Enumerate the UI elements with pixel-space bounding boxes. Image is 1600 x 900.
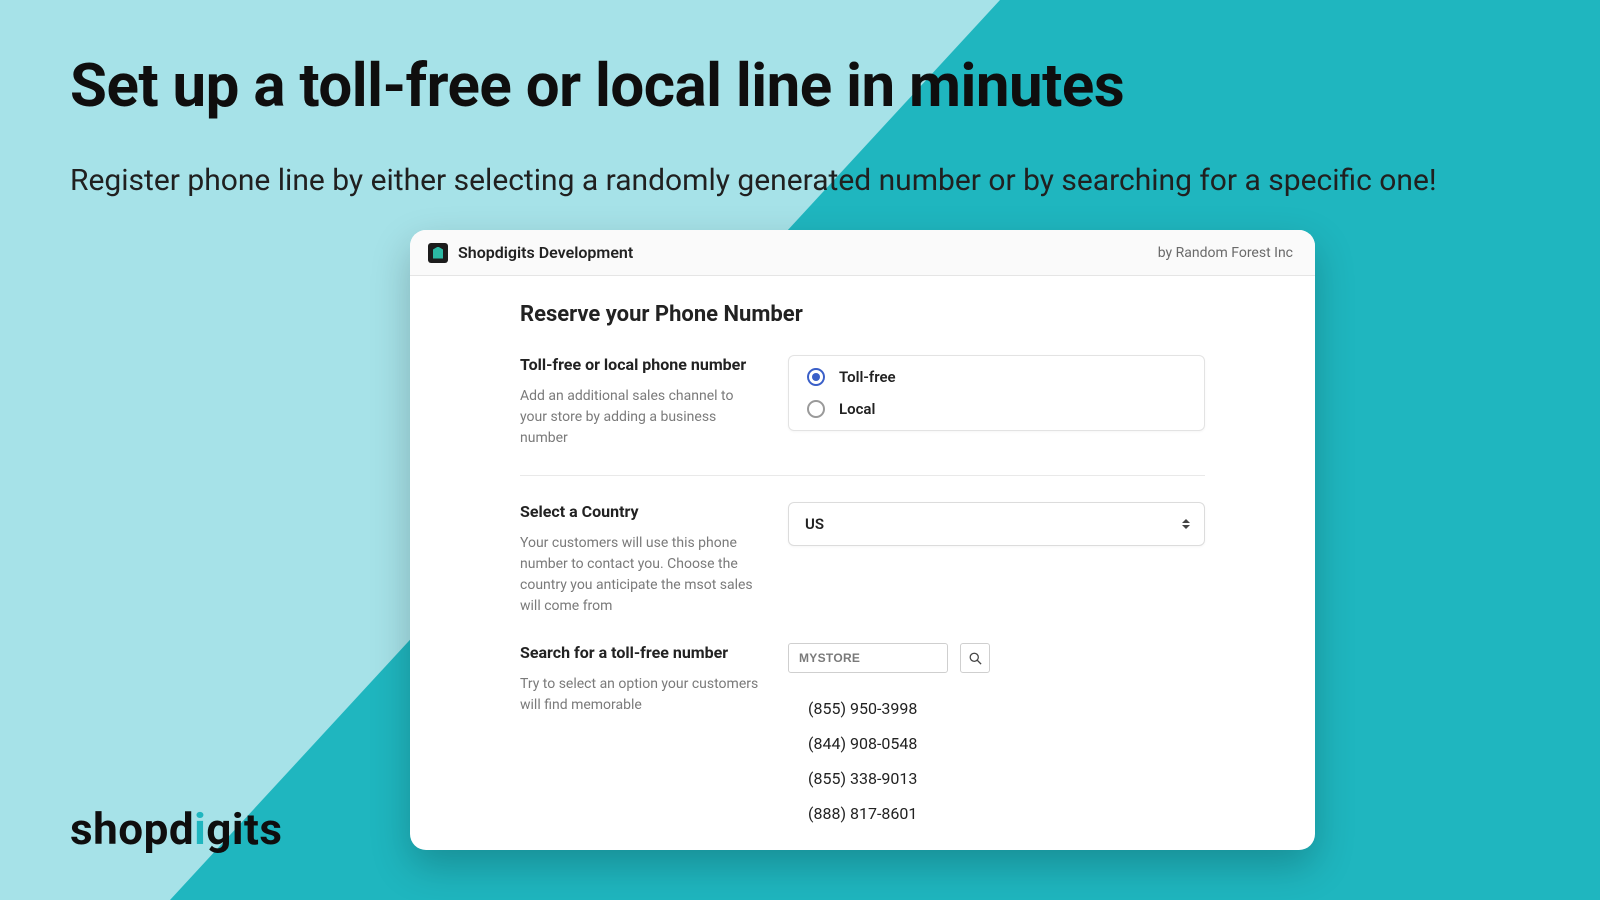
search-help: Try to select an option your customers w… — [520, 674, 760, 716]
search-icon — [968, 651, 983, 666]
radio-tollfree-label: Toll-free — [839, 368, 896, 386]
country-select[interactable]: US — [788, 502, 1205, 546]
app-icon — [428, 243, 448, 263]
brand-suffix: gits — [206, 803, 282, 855]
app-window: Shopdigits Development by Random Forest … — [410, 230, 1315, 850]
app-byline: by Random Forest Inc — [1158, 245, 1293, 261]
row-country: Select a Country Your customers will use… — [520, 502, 1205, 643]
radio-tollfree[interactable]: Toll-free — [807, 368, 1186, 386]
number-type-radio-group: Toll-free Local — [788, 355, 1205, 431]
hero-subtitle: Register phone line by either selecting … — [70, 155, 1530, 206]
search-input[interactable] — [788, 643, 948, 673]
row-number-type: Toll-free or local phone number Add an a… — [520, 355, 1205, 476]
form-body: Reserve your Phone Number Toll-free or l… — [410, 276, 1315, 850]
search-button[interactable] — [960, 643, 990, 673]
hero-title: Set up a toll-free or local line in minu… — [70, 50, 1530, 121]
country-help: Your customers will use this phone numbe… — [520, 533, 760, 617]
updown-icon — [1182, 519, 1190, 529]
section-title: Reserve your Phone Number — [520, 302, 1205, 327]
brand-accent: i — [194, 803, 206, 855]
marketing-slide: Set up a toll-free or local line in minu… — [0, 0, 1600, 900]
result-item[interactable]: (844) 908-0548 — [788, 726, 1205, 761]
search-label: Search for a toll-free number — [520, 643, 760, 662]
radio-icon-unchecked — [807, 400, 825, 418]
radio-local-label: Local — [839, 400, 875, 418]
country-label: Select a Country — [520, 502, 760, 521]
result-item[interactable]: (855) 950-3998 — [788, 691, 1205, 726]
result-item[interactable]: (888) 817-8601 — [788, 796, 1205, 831]
app-header: Shopdigits Development by Random Forest … — [410, 230, 1315, 276]
brand-prefix: shopd — [70, 803, 194, 855]
country-select-value: US — [805, 515, 824, 533]
radio-icon-checked — [807, 368, 825, 386]
brand-logo: shopdigits — [70, 803, 283, 855]
row-search: Search for a toll-free number Try to sel… — [520, 643, 1205, 831]
app-name: Shopdigits Development — [458, 243, 633, 262]
radio-local[interactable]: Local — [807, 400, 1186, 418]
number-type-label: Toll-free or local phone number — [520, 355, 760, 374]
result-item[interactable]: (855) 338-9013 — [788, 761, 1205, 796]
search-results: (855) 950-3998 (844) 908-0548 (855) 338-… — [788, 691, 1205, 831]
number-type-help: Add an additional sales channel to your … — [520, 386, 760, 449]
